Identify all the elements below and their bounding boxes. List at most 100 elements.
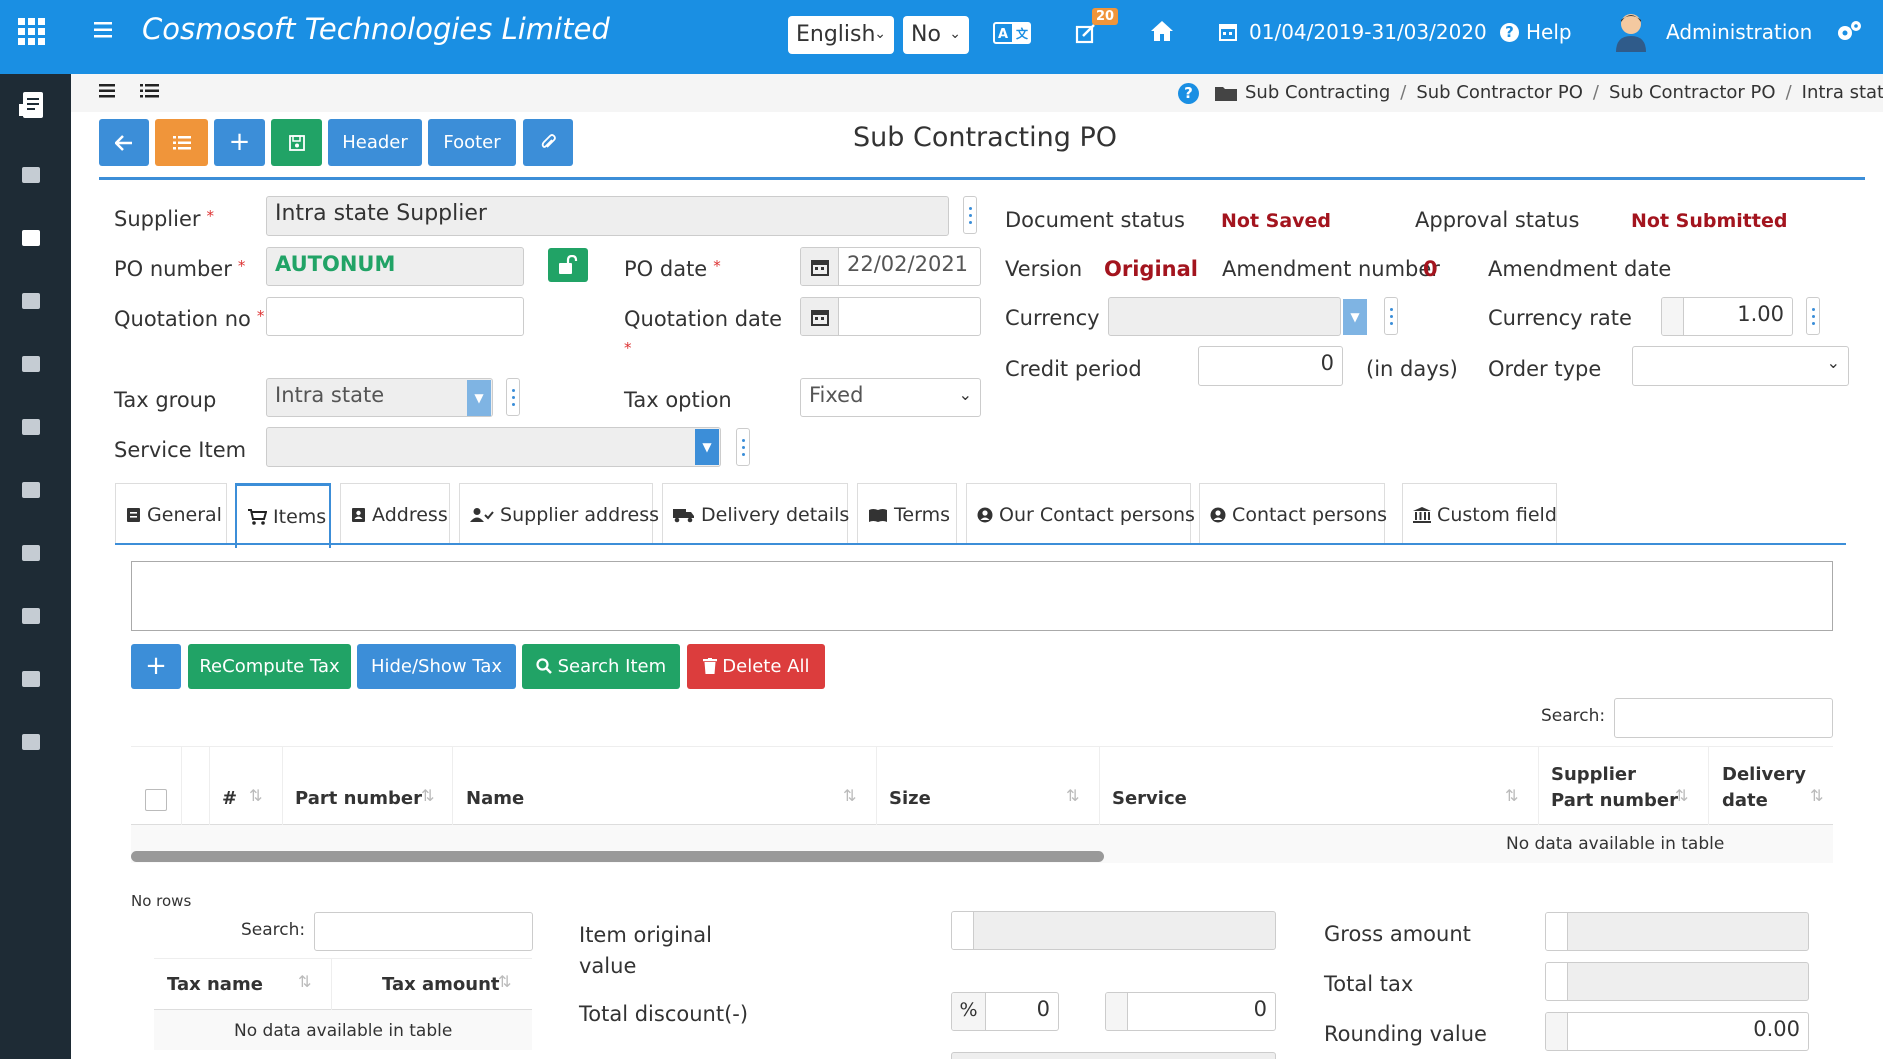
currency-rate-field[interactable]: 1.00 [1661,297,1793,336]
tax-group-dropdown-button[interactable]: ▼ [467,380,491,416]
discount-percent-field[interactable]: % 0 [951,992,1059,1031]
horizontal-scrollbar[interactable] [131,851,1104,862]
tab-delivery-details[interactable]: Delivery details [662,483,849,545]
sort-icon[interactable]: ⇅ [1675,786,1688,805]
svg-text:A: A [998,27,1008,42]
user-name[interactable]: Administration [1666,20,1812,44]
currency-rate-options-button[interactable] [1806,297,1820,335]
sidebar-module-icon[interactable] [22,167,40,183]
sort-icon[interactable]: ⇅ [1505,786,1518,805]
items-search-input[interactable] [1614,698,1833,738]
tab-our-contact-persons[interactable]: Our Contact persons [966,483,1195,545]
column-header-name[interactable]: Name [466,788,524,809]
fiscal-period[interactable]: 01/04/2019-31/03/2020 [1249,20,1487,44]
service-item-options-button[interactable] [736,428,750,466]
po-number-field[interactable]: AUTONUM [266,247,524,286]
order-type-select[interactable]: ⌄ [1632,346,1849,386]
help-link[interactable]: Help [1526,20,1572,44]
add-button[interactable]: + [214,119,265,166]
service-item-dropdown-button[interactable]: ▼ [695,429,719,465]
footer-button[interactable]: Footer [428,119,516,166]
currency-options-button[interactable] [1384,297,1398,335]
quotation-no-field[interactable] [266,297,524,336]
avatar[interactable] [1614,12,1648,52]
column-header-size[interactable]: Size [889,788,931,809]
column-header-tax-name[interactable]: Tax name [167,974,263,995]
delete-all-button[interactable]: Delete All [687,644,825,689]
calendar-icon[interactable] [801,248,839,285]
sort-icon[interactable]: ⇅ [1810,786,1823,805]
apps-grid-icon[interactable] [18,18,46,46]
sort-icon[interactable]: ⇅ [498,972,511,991]
sort-icon[interactable]: ⇅ [249,786,262,805]
sidebar-module-icon[interactable] [22,671,40,687]
breadcrumb-item[interactable]: Sub Contractor PO [1416,82,1583,103]
tab-general[interactable]: General [115,483,227,545]
tax-group-options-button[interactable] [506,378,520,416]
toggle-select[interactable]: No ⌄ [903,16,969,54]
credit-period-field[interactable]: 0 [1198,346,1343,386]
tab-terms[interactable]: Terms [857,483,957,545]
quotation-date-field[interactable] [800,297,981,336]
sort-icon[interactable]: ⇅ [1066,786,1079,805]
back-button[interactable] [99,119,149,166]
hamburger-icon[interactable] [99,84,115,98]
breadcrumb-help-icon[interactable]: ? [1178,83,1199,104]
sort-icon[interactable]: ⇅ [421,786,434,805]
breadcrumb-item[interactable]: Sub Contracting [1245,82,1390,103]
sidebar-module-icon[interactable] [22,608,40,624]
recompute-tax-button[interactable]: ReCompute Tax [188,644,351,689]
rounding-value-field[interactable]: 0.00 [1545,1012,1809,1051]
calendar-icon[interactable] [801,298,839,335]
search-item-button[interactable]: Search Item [522,644,680,689]
sort-icon[interactable]: ⇅ [843,786,856,805]
tax-option-select[interactable]: Fixed ⌄ [800,378,981,417]
column-header-number[interactable]: # [222,788,237,809]
sidebar-module-icon[interactable] [22,734,40,750]
tab-supplier-address[interactable]: Supplier address [459,483,659,545]
select-all-checkbox[interactable] [145,789,167,811]
breadcrumb-item[interactable]: Sub Contractor PO [1609,82,1776,103]
sidebar-module-icon[interactable] [22,356,40,372]
list-button[interactable] [155,119,208,166]
hide-show-tax-button[interactable]: Hide/Show Tax [357,644,516,689]
column-header-delivery-date[interactable]: Delivery date [1722,762,1806,814]
column-header-supplier-part-number[interactable]: Supplier Part number [1551,762,1678,814]
tab-custom-field[interactable]: Custom field [1402,483,1557,545]
add-item-button[interactable]: + [131,644,181,689]
po-date-field[interactable]: 22/02/2021 [800,247,981,286]
translate-icon[interactable]: A文 [993,22,1031,44]
supplier-field[interactable]: Intra state Supplier [266,196,949,236]
settings-gear-icon[interactable] [1836,20,1862,44]
tab-items[interactable]: Items [235,483,331,548]
tab-address[interactable]: Address [340,483,450,545]
currency-dropdown-button[interactable]: ▼ [1343,299,1367,335]
save-button[interactable] [271,119,322,166]
sidebar-module-icon[interactable] [22,545,40,561]
sidebar-module-icon[interactable] [22,293,40,309]
notifications-icon[interactable] [1075,22,1097,44]
language-select[interactable]: English ⌄ [788,16,894,54]
sidebar-module-icon-active[interactable] [22,230,40,246]
supplier-options-button[interactable] [963,196,977,234]
unlock-button[interactable] [548,248,588,282]
tax-search-input[interactable] [314,912,533,951]
list-view-icon[interactable] [140,84,159,98]
column-header-part-number[interactable]: Part number [295,788,422,809]
menu-toggle-icon[interactable] [94,22,112,38]
tab-contact-persons[interactable]: Contact persons [1199,483,1387,545]
header-button[interactable]: Header [328,119,422,166]
currency-select[interactable] [1108,297,1341,336]
chevron-down-icon: ⌄ [1826,353,1840,372]
column-header-tax-amount[interactable]: Tax amount [382,974,499,995]
service-item-field[interactable] [266,427,721,467]
tax-group-field[interactable]: Intra state [266,378,493,417]
discount-amount-field[interactable]: 0 [1105,992,1276,1031]
sidebar-module-icon[interactable] [22,419,40,435]
column-header-service[interactable]: Service [1112,788,1187,809]
home-icon[interactable] [1150,20,1174,42]
attachment-button[interactable] [523,119,573,166]
sidebar-module-icon[interactable] [22,482,40,498]
report-document-icon[interactable] [17,90,47,120]
sort-icon[interactable]: ⇅ [298,972,311,991]
